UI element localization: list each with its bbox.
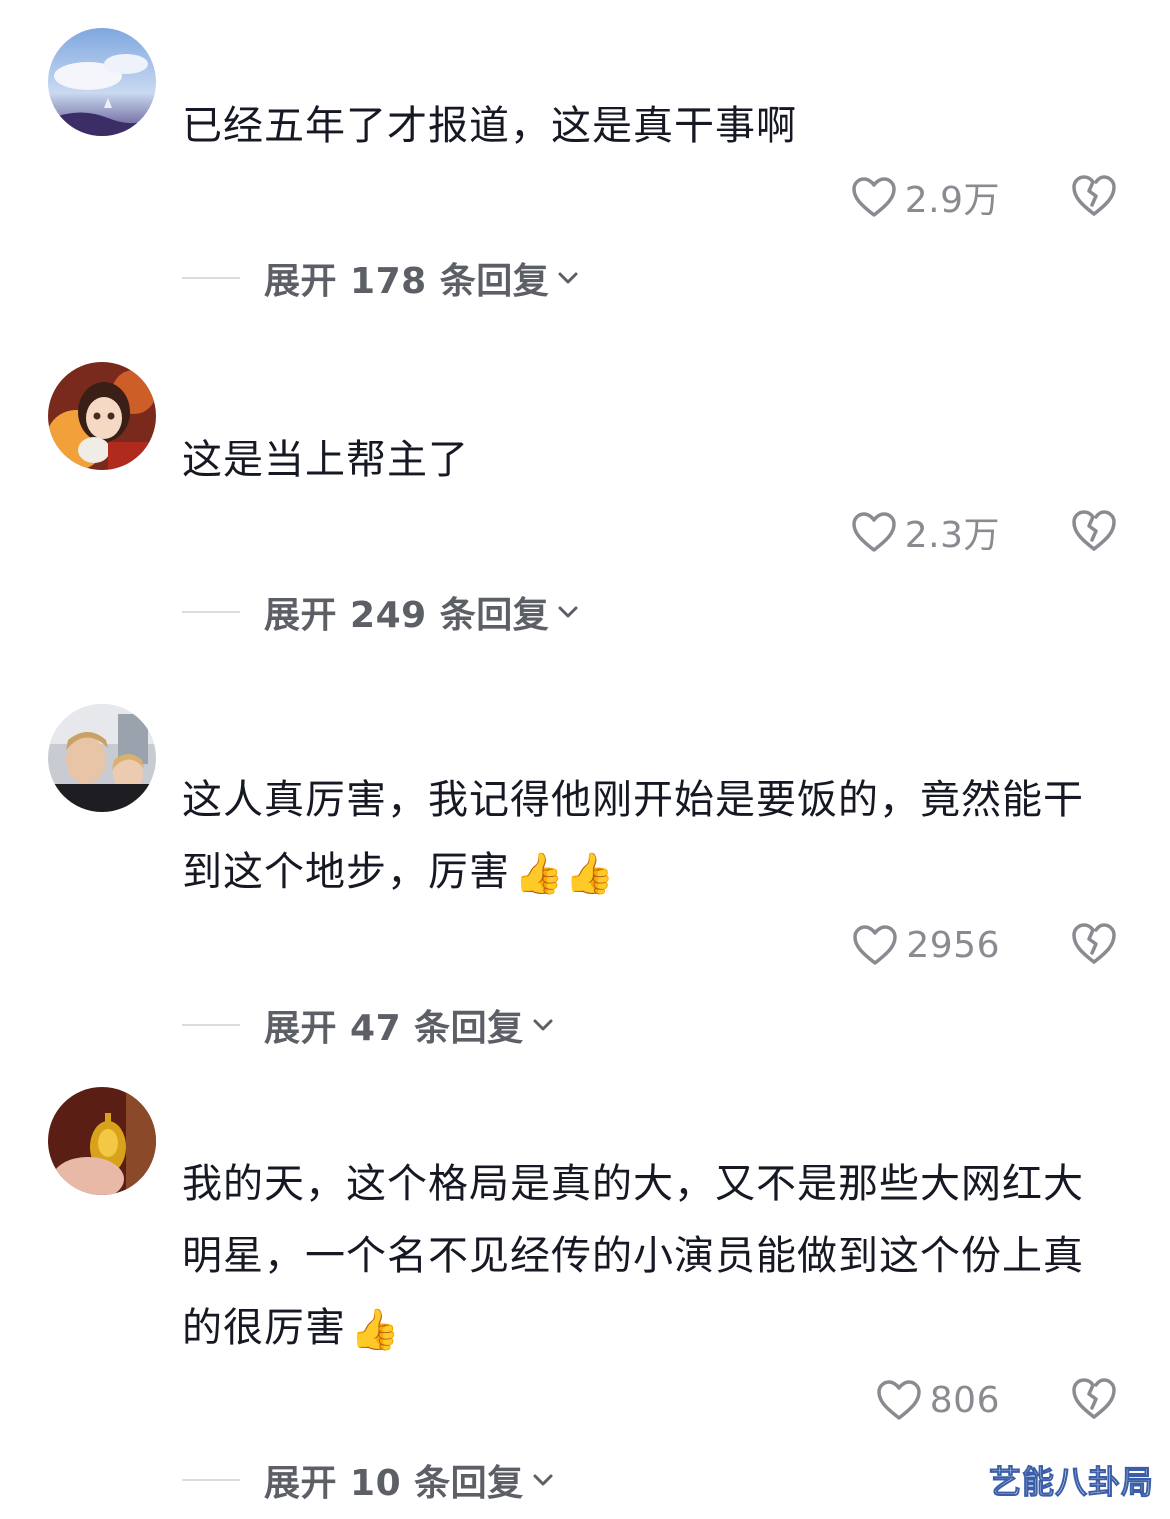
comment-item: 我的天，这个格局是真的大，又不是那些大网红大明星，一个名不见经传的小演员能做到这… [0,0,1170,1519]
heart-outline-icon [877,1380,921,1420]
replies-divider [182,1479,240,1481]
chevron-down-icon [533,1474,553,1486]
like-count: 806 [929,1379,1000,1421]
thumbs-up-emoji: 👍 [350,1307,401,1353]
like-button[interactable]: 806 [876,1375,1000,1425]
avatar[interactable] [48,1087,156,1195]
comment-text-content: 我的天，这个格局是真的大，又不是那些大网红大明星，一个名不见经传的小演员能做到这… [182,1161,1084,1351]
comment-text: 我的天，这个格局是真的大，又不是那些大网红大明星，一个名不见经传的小演员能做到这… [182,1148,1122,1366]
broken-heart-icon[interactable] [1070,1375,1118,1423]
watermark: 艺能八卦局 [988,1463,1154,1502]
replies-label: 展开 10 条回复 [264,1463,524,1504]
expand-replies-button[interactable]: 展开 10 条回复 [182,1455,554,1505]
